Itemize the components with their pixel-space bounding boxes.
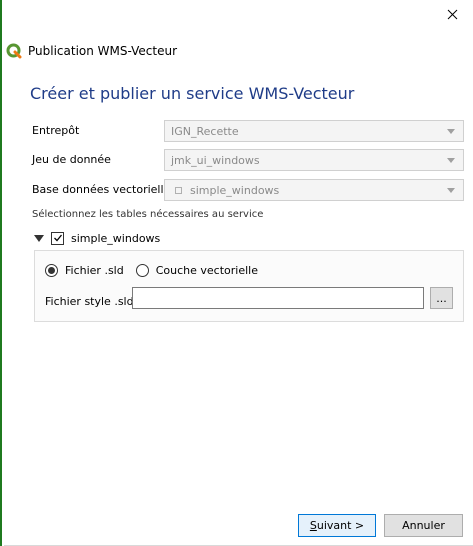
close-icon	[447, 9, 457, 19]
window-title: Publication WMS-Vecteur	[28, 44, 178, 58]
cancel-button[interactable]: Annuler	[384, 514, 463, 537]
qgis-logo-icon	[6, 43, 22, 59]
sld-file-label: Fichier style .sld	[45, 295, 134, 308]
radio-couche-vectorielle-label[interactable]: Couche vectorielle	[156, 264, 258, 277]
base-donnees-label: Base données vectorielle	[32, 183, 171, 196]
base-donnees-combo[interactable]: simple_windows	[164, 179, 464, 201]
chevron-down-icon	[447, 129, 455, 134]
entrepot-combo[interactable]: IGN_Recette	[164, 120, 464, 142]
radio-fichier-sld-label[interactable]: Fichier .sld	[65, 264, 124, 277]
close-button[interactable]	[437, 2, 467, 26]
page-heading: Créer et publier un service WMS-Vecteur	[30, 84, 355, 103]
entrepot-label: Entrepôt	[32, 124, 80, 137]
tree-item-simple-windows: simple_windows	[34, 229, 160, 247]
checkmark-icon	[53, 234, 62, 242]
style-group-box: Fichier .sld Couche vectorielle Fichier …	[34, 250, 464, 322]
tables-hint: Sélectionnez les tables nécessaires au s…	[32, 209, 264, 220]
next-button-label: uivant >	[316, 519, 365, 532]
next-button[interactable]: Suivant >	[298, 514, 376, 537]
jeu-de-donnee-combo[interactable]: jmk_ui_windows	[164, 149, 464, 171]
wizard-title-bar: Publication WMS-Vecteur	[4, 38, 473, 64]
database-icon	[175, 186, 182, 194]
simple-windows-checkbox[interactable]	[51, 231, 64, 245]
jeu-de-donnee-label: Jeu de donnée	[32, 153, 111, 166]
next-button-mnemonic: S	[309, 519, 317, 532]
entrepot-value: IGN_Recette	[171, 124, 239, 138]
expand-arrow-icon[interactable]	[34, 234, 44, 242]
chevron-down-icon	[447, 188, 455, 193]
chevron-down-icon	[447, 158, 455, 163]
dialog-window: Publication WMS-Vecteur Créer et publier…	[0, 0, 473, 546]
radio-couche-vectorielle[interactable]	[135, 263, 149, 277]
base-donnees-value: simple_windows	[190, 183, 280, 197]
radio-selected-dot	[48, 266, 55, 274]
tree-item-label: simple_windows	[71, 231, 161, 245]
style-source-radio-group: Fichier .sld Couche vectorielle	[45, 261, 270, 279]
sld-file-input[interactable]	[132, 287, 424, 309]
jeu-de-donnee-value: jmk_ui_windows	[171, 153, 260, 167]
radio-fichier-sld[interactable]	[45, 263, 58, 277]
browse-button[interactable]: ...	[430, 287, 453, 309]
